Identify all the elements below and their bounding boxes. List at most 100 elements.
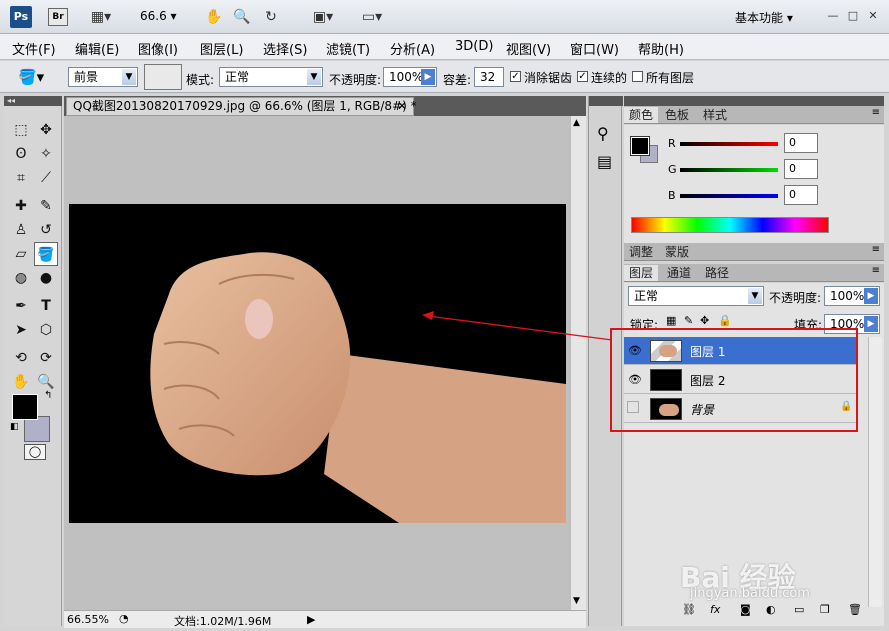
layer-row[interactable]: 背景 🔒 <box>624 395 856 423</box>
panel-menu-icon[interactable]: ≡ <box>872 265 880 276</box>
antialias-checkbox[interactable]: ✓ <box>510 71 521 82</box>
menu-3d[interactable]: 3D(D) <box>455 39 493 54</box>
menu-window[interactable]: 窗口(W) <box>570 39 619 58</box>
clone-stamp-tool-icon[interactable]: ♙ <box>11 220 31 240</box>
r-slider[interactable] <box>680 142 778 146</box>
move-tool-icon[interactable]: ✥ <box>36 120 56 140</box>
eye-icon[interactable]: 👁 <box>627 372 643 388</box>
shape-tool-icon[interactable]: ⬡ <box>36 320 56 340</box>
link-layers-icon[interactable]: ⛓ <box>682 603 696 616</box>
menu-image[interactable]: 图像(I) <box>138 39 178 58</box>
minimize-button[interactable]: — <box>826 9 840 23</box>
toolbox-collapse-icon[interactable]: ◂◂ <box>4 96 62 106</box>
status-info-icon[interactable]: ◔ <box>119 612 129 625</box>
pattern-picker[interactable] <box>144 64 182 90</box>
path-selection-tool-icon[interactable]: ➤ <box>11 320 31 340</box>
adjustment-layer-icon[interactable]: ◐ <box>766 603 776 616</box>
brush-tool-icon[interactable]: ✎ <box>36 196 56 216</box>
lasso-tool-icon[interactable]: ʘ <box>11 144 31 164</box>
layer-fill-field[interactable]: 100% ▶ <box>824 314 880 334</box>
tolerance-field[interactable]: 32 <box>474 67 504 87</box>
marquee-tool-icon[interactable]: ⬚ <box>11 120 31 140</box>
layer-style-icon[interactable]: fx <box>710 603 720 616</box>
scroll-down-icon[interactable]: ▼ <box>573 596 580 606</box>
rotate-view-icon[interactable]: ↻ <box>261 8 281 26</box>
menu-select[interactable]: 选择(S) <box>263 39 307 58</box>
vertical-scrollbar[interactable]: ▲ ▼ <box>570 116 586 610</box>
visibility-toggle[interactable] <box>627 401 639 413</box>
zoom-status[interactable]: 66.55% <box>67 613 109 626</box>
eyedropper-tool-icon[interactable]: ⟋ <box>36 168 56 188</box>
tab-layers[interactable]: 图层 <box>624 265 659 281</box>
dodge-tool-icon[interactable]: ● <box>36 268 56 288</box>
blur-tool-icon[interactable]: ◍ <box>11 268 31 288</box>
tab-paths[interactable]: 路径 <box>700 265 734 281</box>
tab-adjustments[interactable]: 调整 <box>624 244 658 260</box>
panel-menu-icon[interactable]: ≡ <box>872 107 880 118</box>
b-slider[interactable] <box>680 194 778 198</box>
tab-masks[interactable]: 蒙版 <box>660 244 694 260</box>
menu-file[interactable]: 文件(F) <box>12 39 56 58</box>
menu-view[interactable]: 视图(V) <box>506 39 551 58</box>
lock-transparency-icon[interactable]: ▦ <box>666 314 676 327</box>
new-layer-icon[interactable]: ❐ <box>820 603 830 616</box>
tab-color[interactable]: 颜色 <box>624 107 659 123</box>
scroll-up-icon[interactable]: ▲ <box>573 118 580 128</box>
opacity-field[interactable]: 100% ▶ <box>383 67 437 87</box>
lock-position-icon[interactable]: ✥ <box>700 314 709 327</box>
pen-tool-icon[interactable]: ✒ <box>11 296 31 316</box>
dock-header[interactable] <box>589 96 623 106</box>
view-extras-icon[interactable]: ▦▾ <box>84 8 118 26</box>
lock-pixels-icon[interactable]: ✎ <box>684 314 693 327</box>
bridge-button[interactable]: Br <box>48 8 68 26</box>
panel-foreground-swatch[interactable] <box>630 136 650 156</box>
foreground-color-swatch[interactable] <box>12 394 38 420</box>
document-tab[interactable]: QQ截图20130820170929.jpg @ 66.6% (图层 1, RG… <box>66 97 417 116</box>
crop-tool-icon[interactable]: ⌗ <box>11 168 31 188</box>
tab-channels[interactable]: 通道 <box>662 265 696 281</box>
layers-scrollbar[interactable] <box>868 337 882 607</box>
zoom-tool-icon[interactable]: 🔍 <box>36 372 56 392</box>
menu-edit[interactable]: 编辑(E) <box>75 39 119 58</box>
slider-arrow-icon[interactable]: ▶ <box>864 316 878 332</box>
arrange-documents-icon[interactable]: ▣▾ <box>305 8 341 26</box>
zoom-tool-icon[interactable]: 🔍 <box>232 8 252 26</box>
3d-orbit-tool-icon[interactable]: ⟳ <box>36 348 56 368</box>
workspace-switcher[interactable]: 基本功能 ▾ <box>735 9 793 26</box>
screen-mode-icon[interactable]: ▭▾ <box>354 8 390 26</box>
layer-blend-mode-select[interactable]: 正常 ▼ <box>628 286 764 306</box>
paint-bucket-tool-icon[interactable]: 🪣 <box>34 242 58 266</box>
tab-swatches[interactable]: 色板 <box>660 107 694 123</box>
close-tab-icon[interactable]: ✕ <box>397 98 407 115</box>
status-menu-icon[interactable]: ▶ <box>307 613 315 626</box>
r-value[interactable]: 0 <box>784 133 818 153</box>
b-value[interactable]: 0 <box>784 185 818 205</box>
default-colors-icon[interactable]: ◧ <box>10 422 19 432</box>
g-slider[interactable] <box>680 168 778 172</box>
paint-bucket-preset-icon[interactable]: 🪣▾ <box>18 67 52 87</box>
color-spectrum[interactable] <box>631 217 829 233</box>
eraser-tool-icon[interactable]: ▱ <box>11 244 31 264</box>
menu-layer[interactable]: 图层(L) <box>200 39 243 58</box>
tab-styles[interactable]: 样式 <box>698 107 732 123</box>
type-tool-icon[interactable]: T <box>36 296 56 316</box>
quick-mask-icon[interactable]: ◯ <box>24 444 46 460</box>
close-button[interactable]: ✕ <box>866 9 880 23</box>
slider-arrow-icon[interactable]: ▶ <box>421 69 435 85</box>
eye-icon[interactable]: 👁 <box>627 343 643 359</box>
history-brush-tool-icon[interactable]: ↺ <box>36 220 56 240</box>
hand-tool-icon[interactable]: ✋ <box>11 372 31 392</box>
hand-tool-icon[interactable]: ✋ <box>204 8 224 26</box>
swap-colors-icon[interactable]: ↰ <box>44 390 52 401</box>
right-dock-header[interactable] <box>624 96 884 106</box>
healing-brush-tool-icon[interactable]: ✚ <box>11 196 31 216</box>
fill-source-select[interactable]: 前景 ▼ <box>68 67 138 87</box>
new-group-icon[interactable]: ▭ <box>794 603 804 616</box>
blend-mode-select[interactable]: 正常 ▼ <box>219 67 323 87</box>
menu-analysis[interactable]: 分析(A) <box>390 39 435 58</box>
3d-rotate-tool-icon[interactable]: ⟲ <box>11 348 31 368</box>
all-layers-checkbox[interactable] <box>632 71 643 82</box>
layer-row[interactable]: 👁 图层 1 <box>624 337 856 365</box>
panel-menu-icon[interactable]: ≡ <box>872 244 880 255</box>
layer-opacity-field[interactable]: 100% ▶ <box>824 286 880 306</box>
